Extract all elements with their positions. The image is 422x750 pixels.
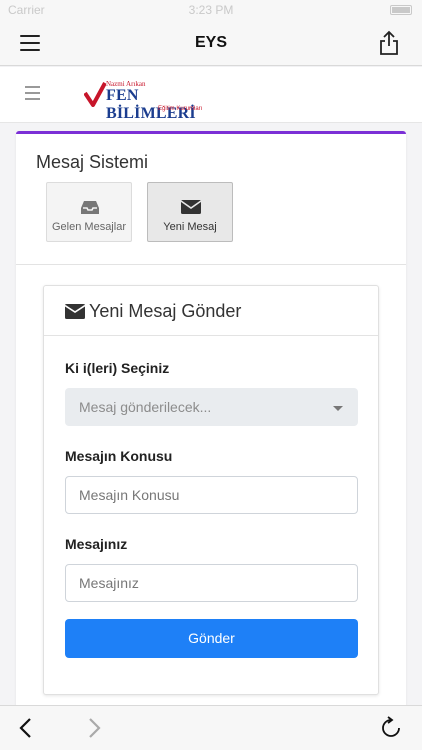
message-placeholder: Mesajınız <box>79 575 139 591</box>
divider <box>16 264 406 265</box>
form-title: Yeni Mesaj Gönder <box>89 301 242 321</box>
envelope-icon <box>180 200 202 214</box>
inbox-button[interactable]: Gelen Mesajlar <box>46 182 132 242</box>
recipients-placeholder: Mesaj gönderilecek... <box>79 399 212 415</box>
forward-icon[interactable] <box>86 717 102 739</box>
checkmark-logo-icon <box>84 82 106 107</box>
site-header: Nazmi Arıkan FEN BİLİMLERİ Eğitim Kuruml… <box>0 67 422 123</box>
status-bar: Carrier 3:23 PM <box>0 0 422 20</box>
new-message-form-card: Yeni Mesaj Gönder Ki i(leri) Seçiniz Mes… <box>43 285 379 695</box>
new-message-button[interactable]: Yeni Mesaj <box>147 182 233 242</box>
new-message-label: Yeni Mesaj <box>163 221 217 233</box>
recipients-select[interactable]: Mesaj gönderilecek... <box>65 388 358 426</box>
card-title: Mesaj Sistemi <box>36 152 149 172</box>
app-bar: EYS <box>0 20 422 66</box>
site-menu-icon[interactable] <box>25 86 40 100</box>
recipients-label: Ki i(leri) Seçiniz <box>65 360 170 376</box>
site-logo[interactable]: Nazmi Arıkan FEN BİLİMLERİ Eğitim Kuruml… <box>84 79 224 122</box>
dropdown-caret-icon <box>333 406 343 411</box>
subject-label: Mesajın Konusu <box>65 448 173 464</box>
inbox-icon <box>81 201 99 214</box>
clock: 3:23 PM <box>188 3 234 17</box>
subject-placeholder: Mesajın Konusu <box>79 487 180 503</box>
back-icon[interactable] <box>18 717 34 739</box>
share-icon[interactable] <box>378 30 400 56</box>
reload-icon[interactable] <box>380 716 402 740</box>
message-system-card: Mesaj Sistemi Gelen Mesajlar Yeni Mesaj <box>16 131 406 705</box>
subject-input[interactable]: Mesajın Konusu <box>65 476 358 514</box>
message-label: Mesajınız <box>65 536 128 552</box>
app-title: EYS <box>194 34 227 51</box>
browser-toolbar <box>0 705 422 750</box>
envelope-icon <box>65 304 85 319</box>
form-header: Yeni Mesaj Gönder <box>44 286 378 336</box>
logo-sub-text: Eğitim Kurumları <box>158 106 203 112</box>
web-content: Nazmi Arıkan FEN BİLİMLERİ Eğitim Kuruml… <box>0 67 422 705</box>
inbox-label: Gelen Mesajlar <box>52 221 126 233</box>
logo-main-text: FEN BİLİMLERİ <box>106 87 196 122</box>
message-input[interactable]: Mesajınız <box>65 564 358 602</box>
send-button[interactable]: Gönder <box>65 619 358 658</box>
battery-icon <box>390 5 412 15</box>
